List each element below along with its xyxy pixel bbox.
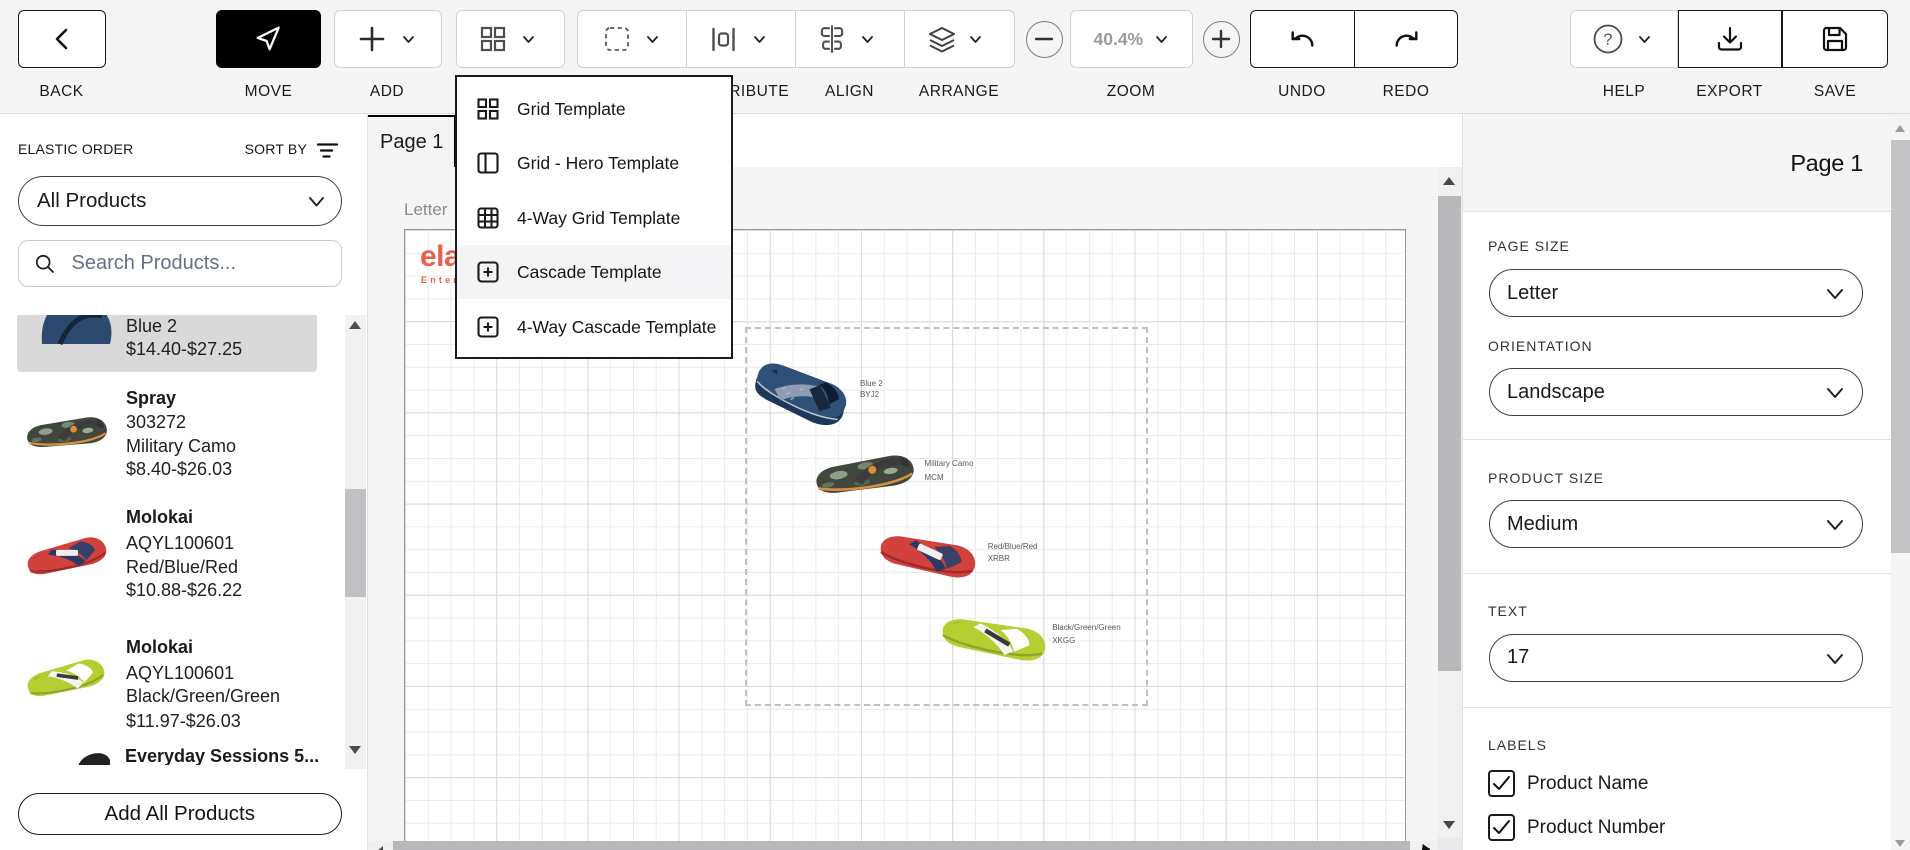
svg-text:?: ?: [1604, 32, 1613, 49]
